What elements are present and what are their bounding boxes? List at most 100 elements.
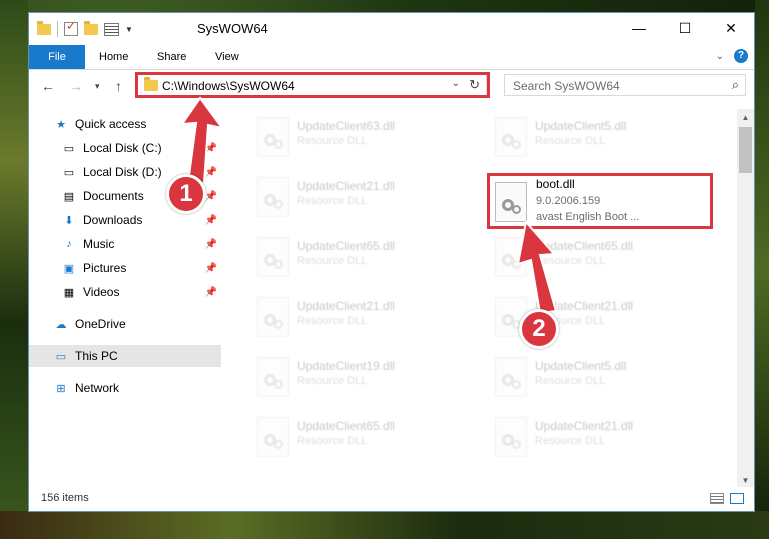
up-arrow-icon[interactable]: ↑: [115, 78, 122, 94]
back-arrow-icon[interactable]: ←: [41, 78, 55, 94]
file-type: Resource DLL: [297, 135, 368, 147]
file-name: UpdateClient21.dll: [297, 179, 396, 193]
navigation-pane: ★ Quick access ▭ Local Disk (C:) 📌 ▭ Loc…: [29, 109, 221, 489]
help-icon[interactable]: ?: [734, 49, 748, 63]
new-folder-icon[interactable]: [84, 20, 98, 35]
sidebar-item-label: This PC: [75, 349, 118, 363]
search-icon[interactable]: ⌕: [732, 77, 739, 93]
sidebar-item-pictures[interactable]: ▣ Pictures 📌: [29, 257, 221, 279]
dll-file-icon: [257, 237, 289, 277]
file-item[interactable]: UpdateClient65.dll Resource DLL: [483, 233, 703, 281]
address-highlight-box: [135, 72, 490, 98]
pictures-icon: ▣: [63, 262, 75, 275]
file-type: Resource DLL: [535, 435, 606, 447]
recent-locations-icon[interactable]: ▾: [95, 81, 100, 92]
step-2-badge: 2: [519, 309, 559, 349]
window-controls: — ☐ ✕: [616, 13, 754, 43]
maximize-button[interactable]: ☐: [662, 13, 708, 43]
tab-file[interactable]: File: [29, 45, 85, 69]
sidebar-item-label: Local Disk (D:): [83, 165, 162, 179]
file-item[interactable]: UpdateClient5.dll Resource DLL: [483, 113, 703, 161]
navigation-bar: ← → ▾ ↑ C:\Windows\SysWOW64 ⌄ ↻ Search S…: [29, 70, 754, 102]
dll-file-icon: [257, 177, 289, 217]
sidebar-item-onedrive[interactable]: ☁ OneDrive: [29, 313, 221, 335]
file-name: UpdateClient5.dll: [535, 119, 627, 133]
sidebar-item-quick-access[interactable]: ★ Quick access: [29, 113, 221, 135]
file-item[interactable]: UpdateClient5.dll Resource DLL: [483, 353, 703, 401]
pin-icon[interactable]: 📌: [205, 263, 217, 274]
file-item[interactable]: UpdateClient21.dll Resource DLL: [483, 413, 703, 461]
vertical-scrollbar[interactable]: ▲ ▼: [737, 109, 754, 489]
videos-icon: ▦: [63, 286, 75, 299]
ribbon: File Home Share View ⌄ ?: [29, 45, 754, 70]
status-bar: 156 items: [29, 487, 754, 511]
file-name: UpdateClient65.dll: [297, 239, 396, 253]
sidebar-item-label: Downloads: [83, 213, 143, 227]
explorer-window: ▼ SysWOW64 — ☐ ✕ File Home Share View ⌄ …: [28, 12, 755, 512]
file-type: Resource DLL: [297, 375, 368, 387]
file-type: Resource DLL: [297, 255, 368, 267]
large-icons-view-icon[interactable]: [730, 493, 744, 504]
scroll-up-icon[interactable]: ▲: [737, 109, 754, 126]
tab-view[interactable]: View: [215, 45, 239, 69]
star-icon: ★: [56, 118, 66, 131]
sidebar-item-music[interactable]: ♪ Music 📌: [29, 233, 221, 255]
documents-icon: ▤: [63, 190, 75, 203]
ribbon-right-controls: ⌄ ?: [716, 49, 748, 63]
tab-home[interactable]: Home: [99, 45, 128, 69]
desktop-background-right: [755, 0, 769, 539]
pin-icon[interactable]: 📌: [205, 239, 217, 250]
dll-file-icon: [495, 357, 527, 397]
pin-icon[interactable]: 📌: [205, 143, 217, 154]
file-item[interactable]: UpdateClient21.dll Resource DLL: [245, 173, 465, 221]
details-view-icon[interactable]: [710, 493, 724, 504]
file-item[interactable]: UpdateClient21.dll Resource DLL: [245, 293, 465, 341]
boot-dll-file-item[interactable]: boot.dll 9.0.2006.159 avast English Boot…: [487, 173, 713, 229]
file-item[interactable]: UpdateClient63.dll Resource DLL: [245, 113, 465, 161]
properties-icon[interactable]: [104, 22, 119, 36]
dll-file-icon: [257, 297, 289, 337]
quick-access-toolbar: ▼: [37, 19, 133, 37]
computer-icon: ▭: [55, 350, 67, 363]
pin-icon[interactable]: 📌: [205, 191, 217, 202]
minimize-button[interactable]: —: [616, 13, 662, 43]
sidebar-item-label: Videos: [83, 285, 120, 299]
file-item[interactable]: UpdateClient21.dll Resource DLL: [483, 293, 703, 341]
sidebar-item-videos[interactable]: ▦ Videos 📌: [29, 281, 221, 303]
sidebar-item-label: Network: [75, 381, 120, 395]
forward-arrow-icon[interactable]: →: [69, 78, 83, 94]
file-item[interactable]: UpdateClient19.dll Resource DLL: [245, 353, 465, 401]
file-description: avast English Boot ...: [536, 211, 640, 223]
properties-check-icon[interactable]: [64, 19, 78, 36]
desktop-background-left: [0, 0, 28, 539]
file-item[interactable]: UpdateClient65.dll Resource DLL: [245, 413, 465, 461]
close-button[interactable]: ✕: [708, 13, 754, 43]
dll-file-icon: [495, 237, 527, 277]
pin-icon[interactable]: 📌: [205, 287, 217, 298]
window-title: SysWOW64: [197, 21, 268, 36]
customize-toolbar-icon[interactable]: ▼: [125, 25, 133, 34]
sidebar-item-local-disk-c[interactable]: ▭ Local Disk (C:) 📌: [29, 137, 221, 159]
file-name: UpdateClient21.dll: [297, 299, 396, 313]
sidebar-item-label: Music: [83, 237, 115, 251]
pin-icon[interactable]: 📌: [205, 167, 217, 178]
pin-icon[interactable]: 📌: [205, 215, 217, 226]
sidebar-item-network[interactable]: ⊞ Network: [29, 377, 221, 399]
file-type: Resource DLL: [297, 435, 368, 447]
dll-file-icon: [495, 117, 527, 157]
dll-file-icon: [495, 182, 527, 222]
scrollbar-thumb[interactable]: [739, 127, 752, 173]
search-input[interactable]: Search SysWOW64 ⌕: [504, 74, 746, 96]
file-type: Resource DLL: [535, 375, 606, 387]
drive-icon: ▭: [63, 142, 75, 155]
sidebar-item-this-pc[interactable]: ▭ This PC: [29, 345, 221, 367]
tab-share[interactable]: Share: [157, 45, 186, 69]
file-name: UpdateClient63.dll: [297, 119, 396, 133]
file-name: UpdateClient21.dll: [535, 419, 634, 433]
file-item[interactable]: UpdateClient65.dll Resource DLL: [245, 233, 465, 281]
cloud-icon: ☁: [55, 318, 67, 331]
dll-file-icon: [257, 117, 289, 157]
expand-ribbon-icon[interactable]: ⌄: [716, 51, 724, 62]
file-name: UpdateClient65.dll: [535, 239, 634, 253]
sidebar-item-label: Local Disk (C:): [83, 141, 162, 155]
